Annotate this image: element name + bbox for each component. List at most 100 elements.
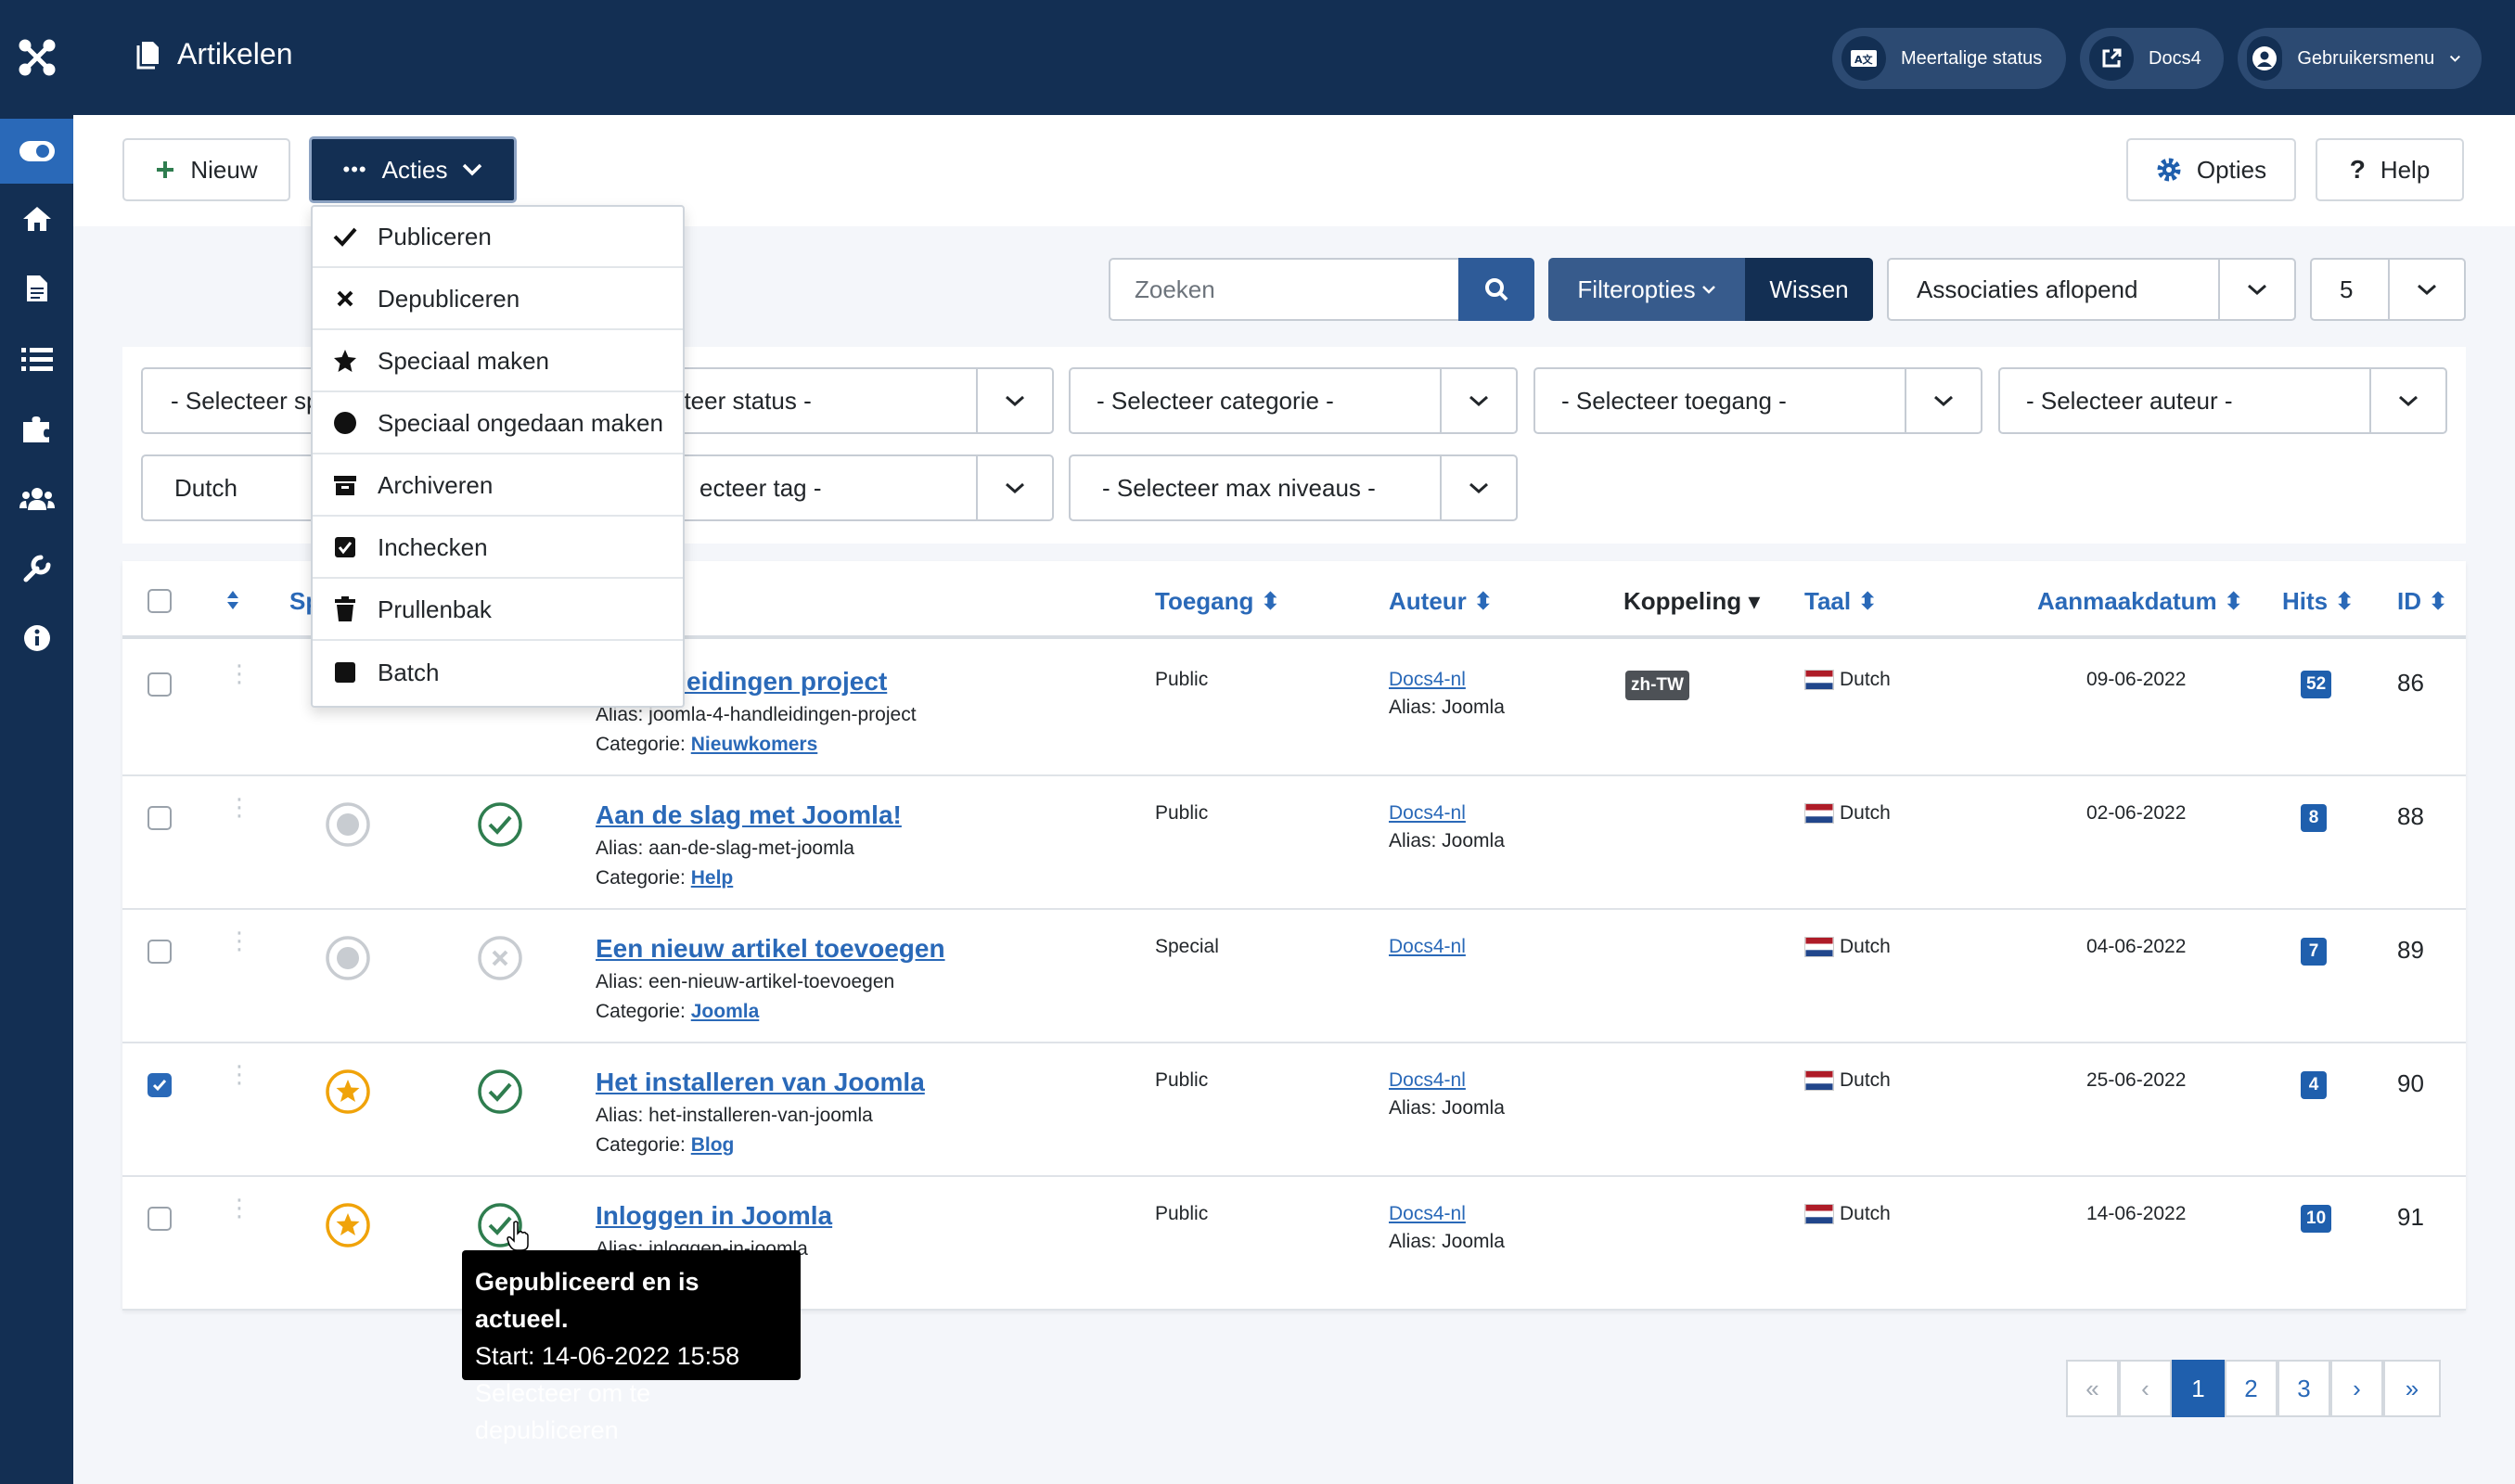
external-link-icon: [2089, 36, 2134, 81]
row-checkbox[interactable]: [148, 1207, 172, 1231]
search-input[interactable]: Zoeken: [1109, 258, 1458, 321]
author-link[interactable]: Docs4-nl: [1389, 1203, 1466, 1225]
col-access[interactable]: Toegang ⬍: [1155, 587, 1280, 616]
row-checkbox[interactable]: [148, 672, 172, 697]
col-created-label: Aanmaakdatum: [2037, 587, 2217, 615]
col-language[interactable]: Taal ⬍: [1804, 587, 1878, 616]
toggle-menu-icon[interactable]: [0, 119, 73, 184]
published-check-icon[interactable]: [477, 801, 523, 848]
users-icon[interactable]: [0, 467, 73, 531]
content-icon[interactable]: [0, 256, 73, 321]
row-checkbox[interactable]: [148, 940, 172, 964]
pagination-page-2[interactable]: 2: [2225, 1360, 2278, 1417]
question-icon: ?: [2349, 155, 2366, 184]
system-wrench-icon[interactable]: [0, 536, 73, 601]
col-created[interactable]: Aanmaakdatum ⬍: [2037, 587, 2244, 616]
maxlevels-filter-select[interactable]: - Selecteer max niveaus -: [1069, 454, 1518, 521]
sort-ordering-icon[interactable]: [225, 589, 240, 611]
author-filter-select[interactable]: - Selecteer auteur -: [1998, 367, 2447, 434]
access-value: Public: [1155, 1203, 1209, 1224]
menus-icon[interactable]: [0, 326, 73, 391]
tooltip-line-3: Selecteer om te depubliceren: [475, 1379, 651, 1444]
category-label: Categorie:: [596, 1134, 686, 1156]
filter-options-button[interactable]: Filteropties: [1548, 258, 1745, 321]
category-filter-select[interactable]: - Selecteer categorie -: [1069, 367, 1518, 434]
unfeatured-circle-icon[interactable]: [325, 935, 371, 981]
drag-handle-icon[interactable]: ⋮: [227, 795, 251, 819]
action-batch[interactable]: Batch: [313, 642, 683, 703]
association-badge[interactable]: zh-TW: [1625, 671, 1689, 700]
archive-icon: [334, 476, 356, 495]
row-checkbox[interactable]: [148, 806, 172, 830]
author-link[interactable]: Docs4-nl: [1389, 936, 1466, 958]
col-access-label: Toegang: [1155, 587, 1254, 615]
pagination-next[interactable]: ›: [2330, 1360, 2383, 1417]
search-button[interactable]: [1458, 258, 1534, 321]
multilingual-status-button[interactable]: A文 Meertalige status: [1832, 28, 2066, 89]
category-link[interactable]: Help: [691, 867, 734, 889]
drag-handle-icon[interactable]: ⋮: [227, 1196, 251, 1220]
published-check-icon[interactable]: [477, 1068, 523, 1115]
actions-button[interactable]: ••• Acties: [309, 136, 517, 203]
article-title-link[interactable]: Een nieuw artikel toevoegen: [596, 934, 945, 964]
search-placeholder: Zoeken: [1135, 275, 1215, 303]
action-unpublish[interactable]: Depubliceren: [313, 269, 683, 330]
limit-select[interactable]: 5: [2310, 258, 2466, 321]
row-checkbox[interactable]: [148, 1073, 172, 1097]
pagination-page-3[interactable]: 3: [2278, 1360, 2330, 1417]
col-id[interactable]: ID ⬍: [2397, 587, 2448, 616]
tooltip-line-2: Start: 14-06-2022 15:58: [475, 1342, 740, 1370]
components-puzzle-icon[interactable]: [0, 397, 73, 462]
sort-select[interactable]: Associaties aflopend: [1887, 258, 2296, 321]
clear-button-label: Wissen: [1769, 275, 1849, 303]
chevron-down-icon: [976, 456, 1052, 519]
article-alias: Alias: aan-de-slag-met-joomla: [596, 838, 854, 859]
article-title-link[interactable]: Het installeren van Joomla: [596, 1068, 925, 1097]
action-publish[interactable]: Publiceren: [313, 207, 683, 268]
action-unfeature[interactable]: Speciaal ongedaan maken: [313, 393, 683, 454]
featured-star-icon[interactable]: [325, 1202, 371, 1248]
author-link[interactable]: Docs4-nl: [1389, 669, 1466, 691]
help-button[interactable]: ? Help: [2316, 138, 2464, 201]
access-filter-select[interactable]: - Selecteer toegang -: [1533, 367, 1982, 434]
select-all-checkbox[interactable]: [148, 589, 172, 613]
options-button[interactable]: Opties: [2126, 138, 2296, 201]
action-archive[interactable]: Archiveren: [313, 455, 683, 517]
author-link[interactable]: Docs4-nl: [1389, 802, 1466, 825]
drag-handle-icon[interactable]: ⋮: [227, 928, 251, 953]
category-link[interactable]: Nieuwkomers: [691, 734, 818, 755]
article-title-link[interactable]: Aan de slag met Joomla!: [596, 800, 902, 830]
action-checkin[interactable]: Inchecken: [313, 518, 683, 579]
col-hits[interactable]: Hits ⬍: [2282, 587, 2355, 616]
action-trash[interactable]: Prullenbak: [313, 580, 683, 641]
user-menu-button[interactable]: Gebruikersmenu: [2238, 28, 2482, 89]
flag-nl-icon: [1804, 1070, 1834, 1092]
pagination-first[interactable]: «: [2066, 1360, 2119, 1417]
article-id: 89: [2397, 936, 2424, 964]
pagination-prev[interactable]: ‹: [2119, 1360, 2172, 1417]
col-association[interactable]: Koppeling ▾: [1623, 587, 1760, 616]
unfeatured-circle-icon[interactable]: [325, 801, 371, 848]
chevron-down-icon: [2450, 55, 2461, 62]
category-link[interactable]: Blog: [691, 1134, 735, 1156]
pagination-page-1[interactable]: 1: [2172, 1360, 2225, 1417]
article-title-link[interactable]: Inloggen in Joomla: [596, 1201, 832, 1231]
featured-star-icon[interactable]: [325, 1068, 371, 1115]
unpublished-times-icon[interactable]: [477, 935, 523, 981]
docs4-button[interactable]: Docs4: [2080, 28, 2224, 89]
new-button[interactable]: Nieuw: [122, 138, 290, 201]
info-icon[interactable]: [0, 606, 73, 671]
category-link[interactable]: Joomla: [691, 1001, 760, 1022]
home-icon[interactable]: [0, 186, 73, 251]
author-link[interactable]: Docs4-nl: [1389, 1069, 1466, 1092]
page-title: Artikelen: [136, 37, 293, 71]
action-feature[interactable]: Speciaal maken: [313, 331, 683, 392]
drag-handle-icon[interactable]: ⋮: [227, 1062, 251, 1086]
col-author[interactable]: Auteur ⬍: [1389, 587, 1494, 616]
joomla-logo[interactable]: [0, 0, 73, 115]
clear-button[interactable]: Wissen: [1745, 258, 1873, 321]
article-category: Categorie: Joomla: [596, 1001, 759, 1023]
pagination-last[interactable]: »: [2383, 1360, 2441, 1417]
drag-handle-icon[interactable]: ⋮: [227, 661, 251, 685]
hits-badge: 4: [2301, 1071, 2327, 1099]
